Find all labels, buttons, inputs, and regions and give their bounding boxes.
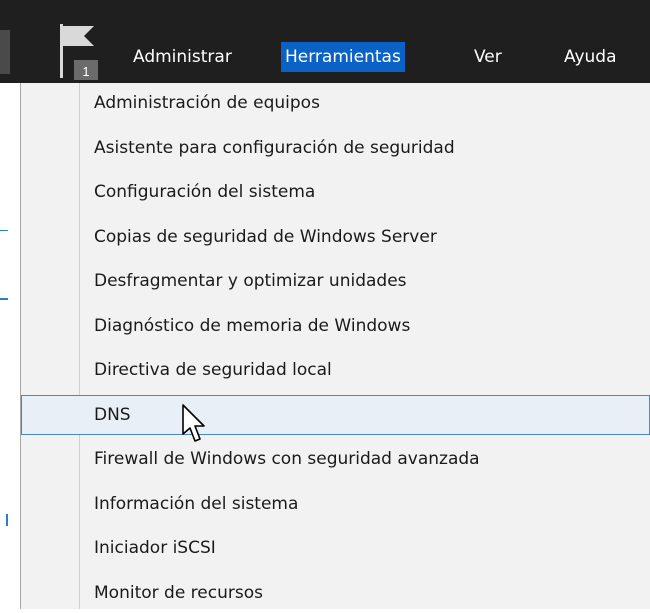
notification-count-badge: 1 [82, 64, 89, 79]
background-divider [0, 230, 8, 231]
menu-item-administracion-equipos[interactable]: Administración de equipos [21, 83, 650, 123]
menu-item-desfragmentar[interactable]: Desfragmentar y optimizar unidades [21, 261, 650, 301]
flag-icon: 1 [60, 24, 98, 80]
herramientas-dropdown: Administración de equipos Asistente para… [20, 83, 650, 609]
menu-item-label: Administración de equipos [94, 93, 320, 113]
background-divider [6, 514, 8, 526]
menu-item-label: Configuración del sistema [94, 182, 316, 202]
background-window-edge [0, 0, 20, 609]
menu-item-firewall[interactable]: Firewall de Windows con seguridad avanza… [21, 439, 650, 479]
menu-item-dns[interactable]: DNS [21, 395, 650, 435]
menu-item-copias-seguridad[interactable]: Copias de seguridad de Windows Server [21, 217, 650, 257]
menu-administrar-label: Administrar [133, 47, 232, 67]
menu-herramientas[interactable]: Herramientas [281, 42, 405, 72]
notifications-flag[interactable]: 1 [54, 24, 112, 80]
menu-item-label: Monitor de recursos [94, 583, 263, 603]
menu-item-configuracion-sistema[interactable]: Configuración del sistema [21, 172, 650, 212]
menu-item-label: Desfragmentar y optimizar unidades [94, 271, 407, 291]
toolbar-button-edge[interactable] [0, 30, 10, 74]
menu-ver-label: Ver [474, 47, 502, 67]
menu-item-label: Copias de seguridad de Windows Server [94, 227, 437, 247]
menu-administrar[interactable]: Administrar [129, 42, 236, 72]
menu-item-label: Asistente para configuración de segurida… [94, 138, 455, 158]
menu-item-monitor-recursos[interactable]: Monitor de recursos [21, 573, 650, 613]
menu-ayuda-label: Ayuda [564, 47, 617, 67]
menu-item-label: Información del sistema [94, 494, 299, 514]
menu-herramientas-label: Herramientas [285, 47, 401, 67]
menu-item-label: Firewall de Windows con seguridad avanza… [94, 449, 480, 469]
background-divider [0, 298, 8, 300]
menu-item-diagnostico-memoria[interactable]: Diagnóstico de memoria de Windows [21, 306, 650, 346]
menu-ayuda[interactable]: Ayuda [560, 42, 621, 72]
menu-item-label: Diagnóstico de memoria de Windows [94, 316, 411, 336]
menu-item-label: Directiva de seguridad local [94, 360, 332, 380]
menu-item-label: Iniciador iSCSI [94, 538, 216, 558]
menu-ver[interactable]: Ver [470, 42, 506, 72]
menu-bar: 1 Administrar Herramientas Ver Ayuda [0, 0, 650, 83]
menu-item-asistente-seguridad[interactable]: Asistente para configuración de segurida… [21, 128, 650, 168]
menu-item-informacion-sistema[interactable]: Información del sistema [21, 484, 650, 524]
menu-item-iniciador-iscsi[interactable]: Iniciador iSCSI [21, 528, 650, 568]
menu-item-label: DNS [94, 405, 131, 425]
menu-item-directiva-seguridad[interactable]: Directiva de seguridad local [21, 350, 650, 390]
